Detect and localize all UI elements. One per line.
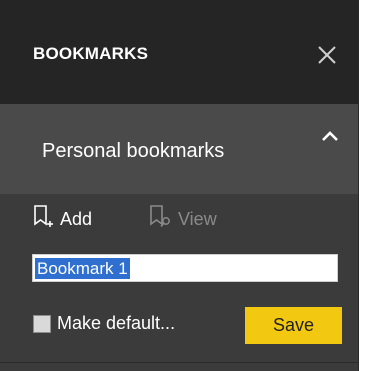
view-label: View (178, 208, 217, 229)
make-default-option[interactable]: Make default... (33, 313, 175, 334)
make-default-checkbox[interactable] (33, 314, 51, 333)
make-default-label: Make default... (57, 313, 176, 333)
bookmarks-pane: BOOKMARKS Personal bookmarks Add View Bo… (0, 0, 359, 371)
personal-bookmarks-section[interactable]: Personal bookmarks (0, 104, 358, 194)
view-bookmarks-button[interactable]: View (148, 204, 217, 235)
add-label: Add (60, 208, 93, 229)
pane-title: BOOKMARKS (33, 44, 149, 63)
close-icon[interactable] (314, 42, 340, 68)
pane-header: BOOKMARKS (0, 0, 358, 104)
chevron-up-icon[interactable] (318, 124, 342, 148)
bookmark-name-input[interactable] (32, 254, 338, 282)
divider (0, 362, 358, 363)
section-title: Personal bookmarks (42, 140, 225, 162)
add-bookmark-button[interactable]: Add (32, 204, 93, 235)
add-bookmark-icon (32, 204, 54, 235)
save-button[interactable]: Save (245, 307, 342, 344)
view-bookmark-icon (148, 204, 172, 235)
